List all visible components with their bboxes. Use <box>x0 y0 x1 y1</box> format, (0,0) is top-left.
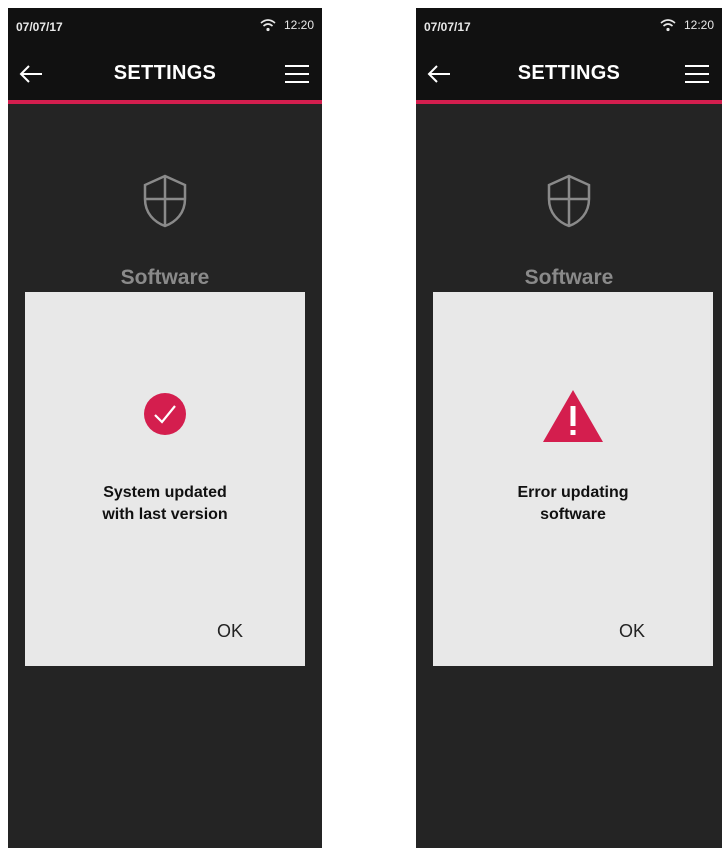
dialog-message: System updated with last version <box>45 482 285 526</box>
settings-screen-error: 07/07/17 12:20 SETTINGS Software Error u… <box>416 8 722 848</box>
app-bar: SETTINGS <box>416 48 722 104</box>
hamburger-menu-icon[interactable] <box>684 63 710 85</box>
wifi-icon <box>660 19 676 32</box>
status-date: 07/07/17 <box>16 20 63 34</box>
check-circle-icon <box>144 393 186 435</box>
status-time: 12:20 <box>283 18 314 32</box>
page-title: SETTINGS <box>517 62 621 84</box>
wifi-icon <box>260 19 276 32</box>
warning-triangle-icon <box>543 390 603 442</box>
shield-icon <box>547 174 591 228</box>
page-title: SETTINGS <box>113 62 217 84</box>
shield-icon <box>143 174 187 228</box>
dialog-message-line: Error updating <box>517 484 629 501</box>
settings-screen-success: 07/07/17 12:20 SETTINGS Software System <box>8 8 322 848</box>
dialog-message-line: software <box>540 506 606 523</box>
hamburger-menu-icon[interactable] <box>284 63 310 85</box>
section-heading: Software <box>524 266 614 289</box>
ok-button[interactable]: OK <box>211 617 249 646</box>
update-dialog: System updated with last version OK <box>25 292 305 666</box>
section-heading: Software <box>120 266 210 289</box>
status-bar: 07/07/17 12:20 <box>416 8 722 48</box>
status-time: 12:20 <box>683 18 714 32</box>
dialog-message-line: System updated <box>103 484 227 501</box>
app-bar: SETTINGS <box>8 48 322 104</box>
error-dialog: Error updating software OK <box>433 292 713 666</box>
ok-button[interactable]: OK <box>613 617 651 646</box>
dialog-message: Error updating software <box>453 482 693 526</box>
status-bar: 07/07/17 12:20 <box>8 8 322 48</box>
dialog-message-line: with last version <box>102 506 228 523</box>
status-date: 07/07/17 <box>424 20 471 34</box>
